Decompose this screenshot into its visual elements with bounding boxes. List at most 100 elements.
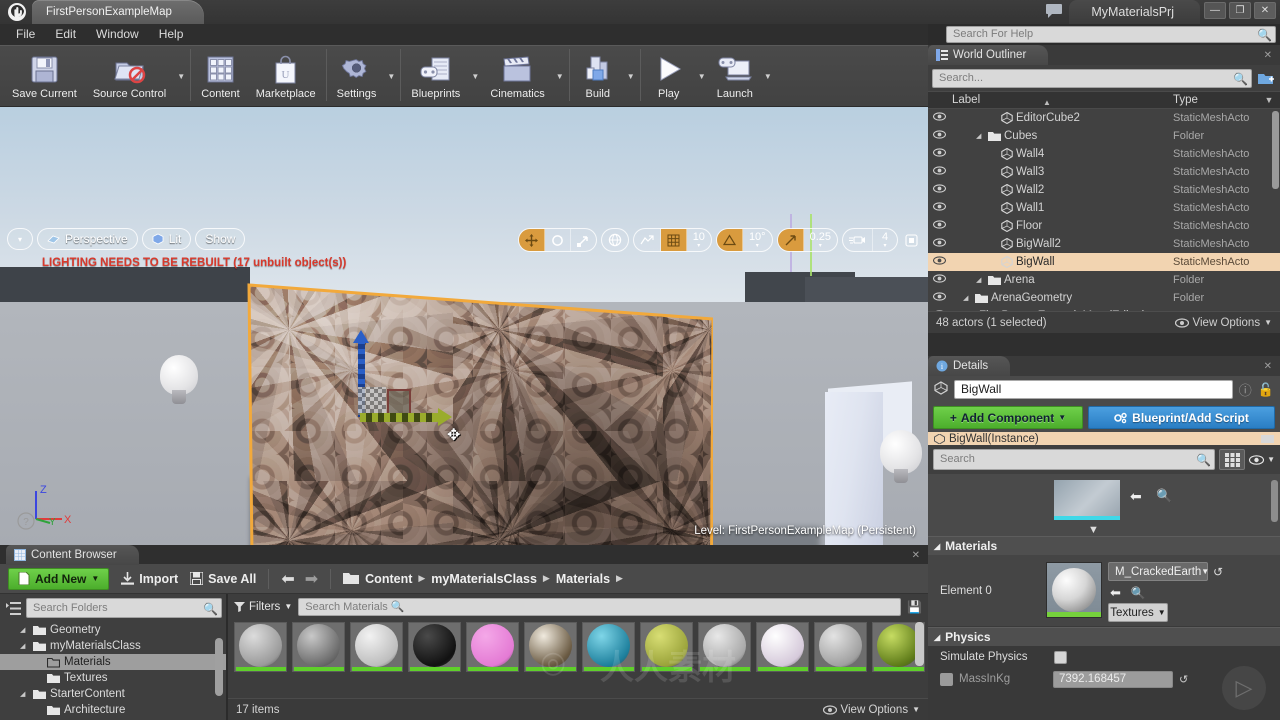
visibility-eye-icon[interactable] bbox=[928, 112, 950, 124]
visibility-eye-icon[interactable] bbox=[928, 292, 950, 304]
physics-section-header[interactable]: ◢ Physics bbox=[928, 627, 1280, 646]
expand-triangle-icon[interactable]: ◢ bbox=[20, 690, 29, 698]
settings-dropdown-icon[interactable]: ▼ bbox=[384, 46, 398, 106]
visibility-eye-icon[interactable] bbox=[928, 274, 950, 286]
close-icon[interactable]: ✕ bbox=[912, 550, 920, 561]
rotation-snap-value[interactable]: 10° ▾ bbox=[743, 229, 772, 251]
viewport-light-bulb-2[interactable] bbox=[880, 430, 922, 488]
menu-item-file[interactable]: File bbox=[6, 24, 45, 45]
visibility-eye-icon[interactable] bbox=[928, 148, 950, 160]
expand-triangle-icon[interactable]: ◢ bbox=[963, 294, 972, 302]
world-space-icon[interactable] bbox=[602, 229, 628, 251]
outliner-row-arena[interactable]: ◢ Arena Folder bbox=[928, 271, 1280, 289]
content-view-options-button[interactable]: View Options ▼ bbox=[822, 704, 920, 716]
grid-snap-icon[interactable] bbox=[660, 229, 687, 251]
asset-tile[interactable] bbox=[350, 622, 403, 672]
play-dropdown-icon[interactable]: ▼ bbox=[695, 46, 709, 106]
scale-snap-icon[interactable] bbox=[777, 229, 804, 251]
menu-item-help[interactable]: Help bbox=[149, 24, 194, 45]
viewport-options-dropdown[interactable]: ▾ bbox=[7, 228, 33, 250]
details-search-input[interactable]: Search 🔍 bbox=[933, 449, 1216, 470]
gizmo-plane-handle[interactable] bbox=[358, 387, 386, 415]
help-search-input[interactable]: Search For Help 🔍 bbox=[946, 26, 1276, 43]
expand-triangle-icon[interactable]: ◢ bbox=[976, 276, 985, 284]
history-back-icon[interactable]: ⬅ bbox=[281, 569, 294, 589]
close-button[interactable]: ✕ bbox=[1254, 2, 1276, 19]
tab-world-outliner[interactable]: World Outliner ✕ bbox=[928, 45, 1272, 65]
close-icon[interactable]: ✕ bbox=[1264, 50, 1272, 61]
component-thumbnail[interactable] bbox=[1054, 480, 1120, 520]
mass-value-input[interactable]: 7392.168457 bbox=[1053, 670, 1173, 688]
visibility-eye-icon[interactable] bbox=[928, 220, 950, 232]
gizmo-y-axis[interactable] bbox=[387, 389, 411, 415]
viewport-light-bulb-1[interactable] bbox=[160, 355, 198, 409]
expand-triangle-icon[interactable]: ◢ bbox=[976, 132, 985, 140]
asset-tile[interactable] bbox=[640, 622, 693, 672]
mass-override-checkbox[interactable] bbox=[940, 672, 953, 686]
folder-tree-item-mymaterialsclass[interactable]: ◢ myMaterialsClass bbox=[0, 638, 226, 654]
project-tab[interactable]: MyMaterialsPrj bbox=[1069, 0, 1200, 24]
simulate-physics-checkbox[interactable] bbox=[1054, 650, 1067, 664]
toolbar-play[interactable]: Play bbox=[643, 46, 695, 106]
breadcrumb-item-materials[interactable]: Materials bbox=[556, 572, 610, 586]
outliner-search-input[interactable]: Search... 🔍 bbox=[932, 69, 1252, 88]
surface-snap-icon[interactable] bbox=[634, 229, 661, 251]
folder-tree-item-textures[interactable]: Textures bbox=[0, 670, 226, 686]
rotate-tool-icon[interactable] bbox=[545, 229, 571, 251]
visibility-eye-icon[interactable] bbox=[928, 238, 950, 250]
level-viewport[interactable]: ✥ ▾ Perspective Lit Show LIGHTING NEEDS … bbox=[0, 107, 928, 545]
build-dropdown-icon[interactable]: ▼ bbox=[624, 46, 638, 106]
viewport-viewmode-button[interactable]: Lit bbox=[141, 228, 192, 250]
help-circle-icon[interactable]: ⓘ bbox=[1239, 380, 1252, 399]
outliner-row-wall1[interactable]: Wall1 StaticMeshActo bbox=[928, 199, 1280, 217]
camera-speed-icon[interactable] bbox=[843, 229, 873, 251]
details-view-options-button[interactable]: ▼ bbox=[1249, 454, 1275, 465]
folder-tree-list[interactable]: ◢ Geometry ◢ myMaterialsClass Materials Textu… bbox=[0, 622, 226, 718]
viewport-perspective-button[interactable]: Perspective bbox=[37, 228, 138, 250]
transform-gizmo[interactable] bbox=[352, 330, 462, 449]
menu-item-edit[interactable]: Edit bbox=[45, 24, 86, 45]
toolbar-marketplace[interactable]: U Marketplace bbox=[248, 46, 324, 106]
toolbar-launch[interactable]: Launch bbox=[709, 46, 761, 106]
asset-search-input[interactable]: Search Materials 🔍 bbox=[298, 597, 902, 616]
details-instance-row[interactable]: BigWall(Instance) bbox=[928, 432, 1280, 445]
asset-tile[interactable] bbox=[582, 622, 635, 672]
materials-section-header[interactable]: ◢ Materials bbox=[928, 536, 1280, 555]
toolbar-content[interactable]: Content bbox=[193, 46, 248, 106]
move-tool-icon[interactable] bbox=[518, 229, 545, 251]
outliner-row-firstpersonexamplemap-editor[interactable]: ◢FirstPersonExampleMap (Editor)World bbox=[928, 307, 1280, 311]
add-component-button[interactable]: + Add Component ▼ bbox=[933, 406, 1083, 429]
scale-snap-value[interactable]: 0.25 ▾ bbox=[804, 229, 837, 251]
save-search-icon[interactable]: 💾 bbox=[907, 600, 922, 614]
add-new-button[interactable]: Add New ▼ bbox=[8, 567, 110, 590]
maximize-button[interactable]: ❐ bbox=[1229, 2, 1251, 19]
actor-name-input[interactable]: BigWall bbox=[954, 380, 1233, 399]
grid-snap-value[interactable]: 10 ▾ bbox=[687, 229, 711, 251]
folder-tree-item-architecture[interactable]: Architecture bbox=[0, 702, 226, 718]
source-control-dropdown-icon[interactable]: ▼ bbox=[174, 46, 188, 106]
reset-to-default-icon[interactable]: ↺ bbox=[1179, 673, 1188, 686]
maximize-viewport-icon[interactable] bbox=[902, 229, 920, 251]
material-thumbnail[interactable] bbox=[1046, 562, 1102, 618]
outliner-row-bigwall[interactable]: BigWall StaticMeshActo bbox=[928, 253, 1280, 271]
menu-item-window[interactable]: Window bbox=[86, 24, 149, 45]
use-selected-asset-icon[interactable]: ⬅ bbox=[1130, 488, 1142, 505]
toolbar-blueprints[interactable]: Blueprints bbox=[403, 46, 468, 106]
create-folder-icon[interactable] bbox=[1256, 69, 1276, 88]
asset-grid[interactable] bbox=[228, 616, 928, 672]
scale-tool-icon[interactable] bbox=[571, 229, 596, 251]
outliner-row-cubes[interactable]: ◢ Cubes Folder bbox=[928, 127, 1280, 145]
outliner-column-type[interactable]: Type bbox=[1173, 94, 1258, 106]
asset-tile[interactable] bbox=[466, 622, 519, 672]
gizmo-x-axis[interactable] bbox=[360, 413, 442, 422]
breadcrumb-item-mymaterialsclass[interactable]: myMaterialsClass bbox=[431, 572, 537, 586]
expand-triangle-icon[interactable]: ◢ bbox=[20, 626, 29, 634]
visibility-eye-icon[interactable] bbox=[928, 130, 950, 142]
reset-to-default-icon[interactable]: ↺ bbox=[1213, 565, 1223, 579]
save-all-button[interactable]: Save All bbox=[190, 572, 256, 586]
folder-search-input[interactable]: Search Folders 🔍 bbox=[26, 598, 222, 618]
outliner-scrollbar[interactable] bbox=[1272, 111, 1279, 189]
history-forward-icon[interactable]: ➡ bbox=[305, 569, 318, 589]
outliner-row-wall4[interactable]: Wall4 StaticMeshActo bbox=[928, 145, 1280, 163]
visibility-eye-icon[interactable] bbox=[928, 202, 950, 214]
